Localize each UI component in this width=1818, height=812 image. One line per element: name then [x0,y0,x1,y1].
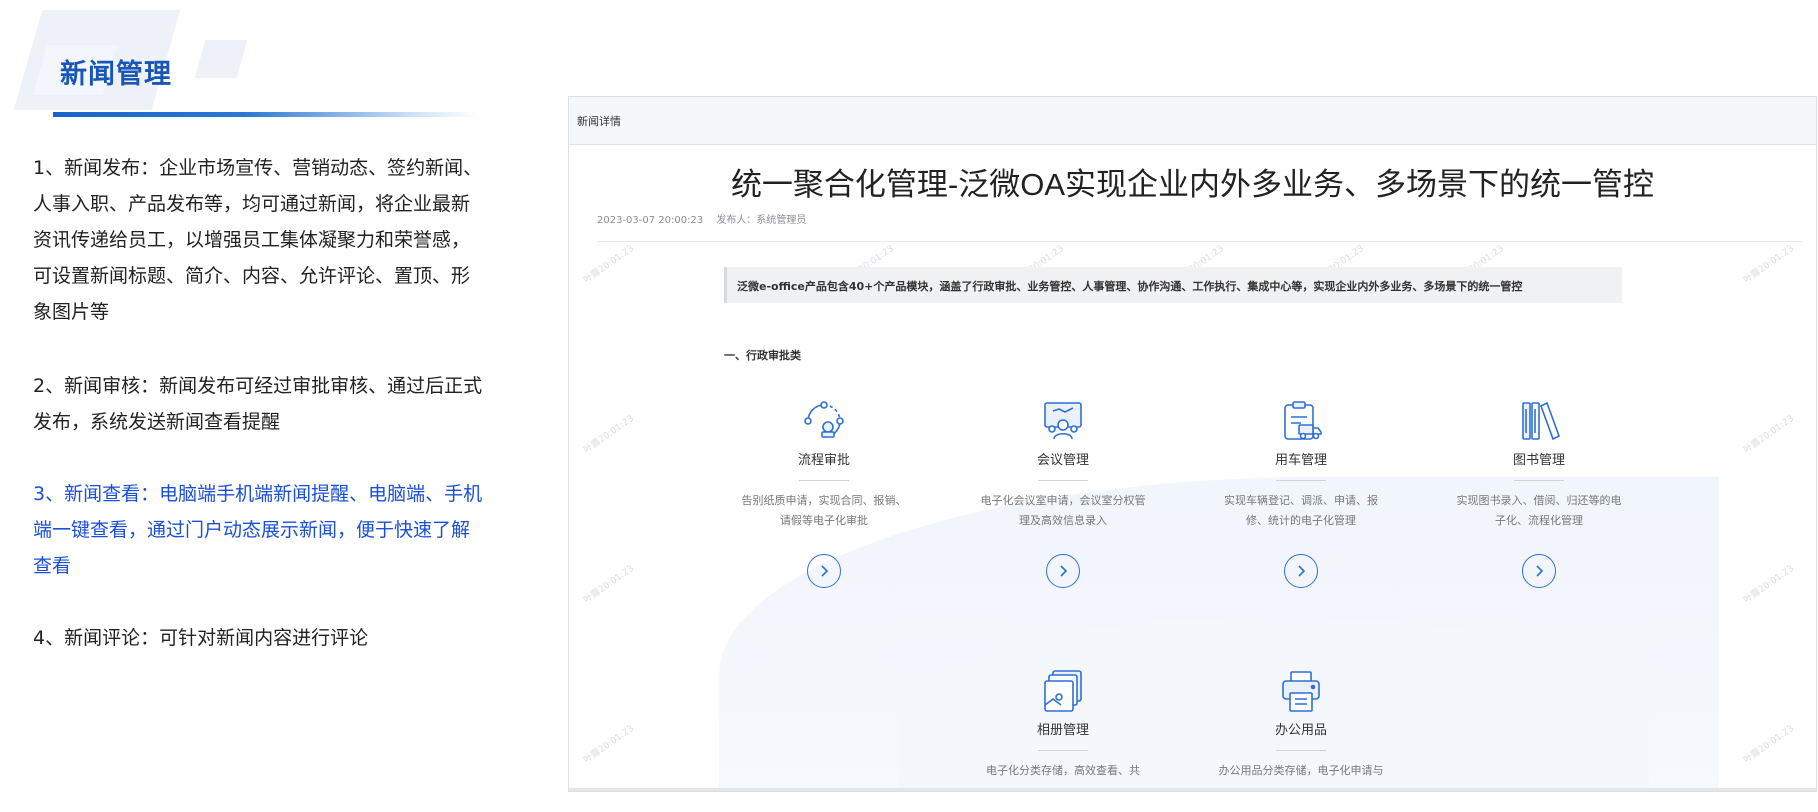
module-meeting: 会议管理 电子化会议室申请，会议室分权管理及高效信息录入 [968,397,1158,588]
module-enter-button[interactable] [1284,554,1318,588]
watermark: 叶露20:01:23 [582,563,636,606]
watermark: 叶露20:01:23 [582,723,636,766]
module-enter-button[interactable] [807,554,841,588]
watermark: 叶露20:01:23 [1742,563,1796,606]
chevron-right-icon [1298,565,1306,577]
divider [1276,750,1326,751]
news-meta: 2023-03-07 20:00:23 发布人：系统管理员 [597,211,816,226]
watermark: 叶露20:01:23 [582,243,636,286]
news-summary-text: 泛微e-office产品包含40+个产品模块，涵盖了行政审批、业务管控、人事管理… [737,280,1523,293]
module-office-supplies: 办公用品 办公用品分类存储，电子化申请与 [1206,667,1396,781]
meeting-icon [1039,397,1087,445]
module-name: 会议管理 [1036,453,1089,468]
divider [597,241,1802,242]
module-name: 流程审批 [797,453,850,468]
module-description: 电子化会议室申请，会议室分权管理及高效信息录入 [980,494,1146,527]
header-decoration [194,40,248,78]
title-underline [53,112,478,117]
module-books: 图书管理 实现图书录入、借阅、归还等的电子化、流程化管理 [1444,397,1634,588]
panel-bottom-edge [569,788,1816,791]
section-heading: 一、行政审批类 [724,349,801,362]
module-enter-button[interactable] [1522,554,1556,588]
page-title: 新闻管理 [60,59,172,90]
news-title: 统一聚合化管理-泛微OA实现企业内外多业务、多场景下的统一管控 [730,167,1655,202]
workflow-icon [800,397,848,445]
chevron-right-icon [821,565,829,577]
feature-view: 3、新闻查看：电脑端手机端新闻提醒、电脑端、手机端一键查看，通过门户动态展示新闻… [33,483,483,577]
divider [1038,480,1088,481]
module-description: 实现图书录入、借阅、归还等的电子化、流程化管理 [1456,494,1622,527]
news-detail-screenshot: 新闻详情 统一聚合化管理-泛微OA实现企业内外多业务、多场景下的统一管控 202… [568,96,1817,792]
vehicle-icon [1277,397,1325,445]
module-name: 图书管理 [1512,453,1565,468]
books-icon [1515,397,1563,445]
watermark: 叶露20:01:23 [1742,413,1796,456]
feature-comment: 4、新闻评论：可针对新闻内容进行评论 [33,627,369,649]
module-enter-button[interactable] [1046,554,1080,588]
module-description: 实现车辆登记、调派、申请、报修、统计的电子化管理 [1224,494,1378,527]
module-name: 用车管理 [1274,453,1327,468]
printer-icon [1277,667,1325,715]
news-detail-label: 新闻详情 [577,115,621,128]
news-publisher: 发布人：系统管理员 [716,215,807,226]
module-description: 电子化分类存储，高效查看、共 [986,764,1140,777]
watermark: 叶露20:01:23 [582,413,636,456]
watermark: 叶露20:01:23 [1742,723,1796,766]
module-name: 办公用品 [1274,723,1327,738]
module-description: 办公用品分类存储，电子化申请与 [1218,764,1384,777]
chevron-right-icon [1060,565,1068,577]
feature-review: 2、新闻审核：新闻发布可经过审批审核、通过后正式发布，系统发送新闻查看提醒 [33,375,483,433]
module-description: 告别纸质申请，实现合同、报销、请假等电子化审批 [741,494,907,527]
feature-publish: 1、新闻发布：企业市场宣传、营销动态、签约新闻、人事入职、产品发布等，均可通过新… [33,157,483,323]
divider [1276,480,1326,481]
divider [1514,480,1564,481]
news-detail-header-bar: 新闻详情 [569,97,1816,145]
album-icon [1039,667,1087,715]
news-date: 2023-03-07 20:00:23 [597,215,704,226]
module-workflow: 流程审批 告别纸质申请，实现合同、报销、请假等电子化审批 [729,397,919,588]
watermark: 叶露20:01:23 [1742,243,1796,286]
divider [1038,750,1088,751]
module-album: 相册管理 电子化分类存储，高效查看、共 [968,667,1158,781]
chevron-right-icon [1536,565,1544,577]
news-summary: 泛微e-office产品包含40+个产品模块，涵盖了行政审批、业务管控、人事管理… [724,267,1622,303]
divider [799,480,849,481]
module-vehicle: 用车管理 实现车辆登记、调派、申请、报修、统计的电子化管理 [1206,397,1396,588]
module-name: 相册管理 [1036,723,1089,738]
